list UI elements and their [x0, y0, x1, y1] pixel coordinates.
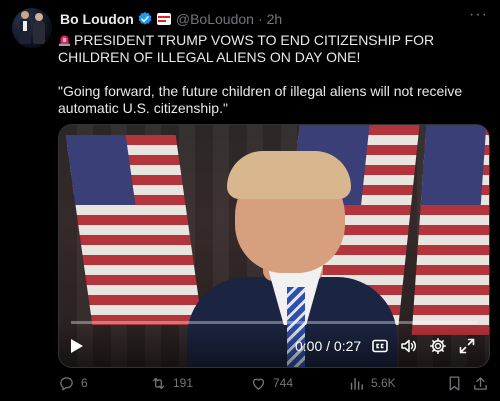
author-handle[interactable]: @BoLoudon	[176, 11, 254, 27]
play-icon[interactable]	[67, 337, 85, 355]
affiliate-badge-icon[interactable]	[156, 13, 171, 25]
repost-count: 191	[173, 376, 194, 390]
views-button[interactable]: 5.6K	[348, 374, 396, 392]
flag-far-right	[411, 125, 489, 335]
video-time: 0:00 / 0:27	[295, 338, 362, 354]
separator-dot: ·	[257, 11, 263, 27]
heart-icon	[252, 378, 265, 390]
settings-icon[interactable]	[429, 337, 447, 355]
volume-icon[interactable]	[400, 337, 418, 355]
reply-button[interactable]: 6	[58, 374, 88, 392]
video-controls-overlay	[59, 323, 489, 367]
verified-badge-icon	[138, 12, 152, 25]
reply-count: 6	[81, 376, 88, 390]
tweet-actions: 6 191 744 5.6K	[58, 374, 488, 394]
avatar-figure-right	[33, 13, 45, 44]
tweet-quote: "Going forward, the future children of i…	[58, 83, 463, 116]
tweet-header: Bo Loudon @BoLoudon · 2h	[60, 9, 282, 29]
captions-icon[interactable]	[371, 337, 389, 355]
share-icon	[474, 376, 487, 390]
avatar[interactable]	[12, 8, 52, 48]
video-player[interactable]: 0:00 / 0:27	[58, 124, 490, 368]
author-name[interactable]: Bo Loudon	[60, 11, 134, 27]
tweet-headline: PRESIDENT TRUMP VOWS TO END CITIZENSHIP …	[58, 32, 435, 65]
tweet-text-line1: PRESIDENT TRUMP VOWS TO END CITIZENSHIP …	[58, 32, 478, 66]
repost-icon	[152, 377, 165, 389]
reply-icon	[60, 376, 73, 391]
more-options-icon[interactable]: ···	[469, 6, 488, 24]
repost-button[interactable]: 191	[150, 374, 193, 392]
fullscreen-icon[interactable]	[458, 337, 476, 355]
video-progress-bar[interactable]	[71, 321, 477, 324]
siren-emoji-icon	[58, 35, 71, 46]
view-count: 5.6K	[371, 376, 396, 390]
bookmark-icon	[449, 375, 460, 391]
like-button[interactable]: 744	[250, 374, 293, 392]
bookmark-button[interactable]	[446, 374, 469, 392]
tweet-card[interactable]: Bo Loudon @BoLoudon · 2h ··· PRESIDENT T…	[0, 0, 500, 401]
views-chart-icon	[350, 377, 363, 390]
avatar-shirt	[23, 21, 27, 31]
like-count: 744	[273, 376, 294, 390]
share-button[interactable]	[472, 374, 495, 392]
tweet-text: PRESIDENT TRUMP VOWS TO END CITIZENSHIP …	[58, 32, 478, 117]
post-time[interactable]: 2h	[267, 11, 283, 27]
